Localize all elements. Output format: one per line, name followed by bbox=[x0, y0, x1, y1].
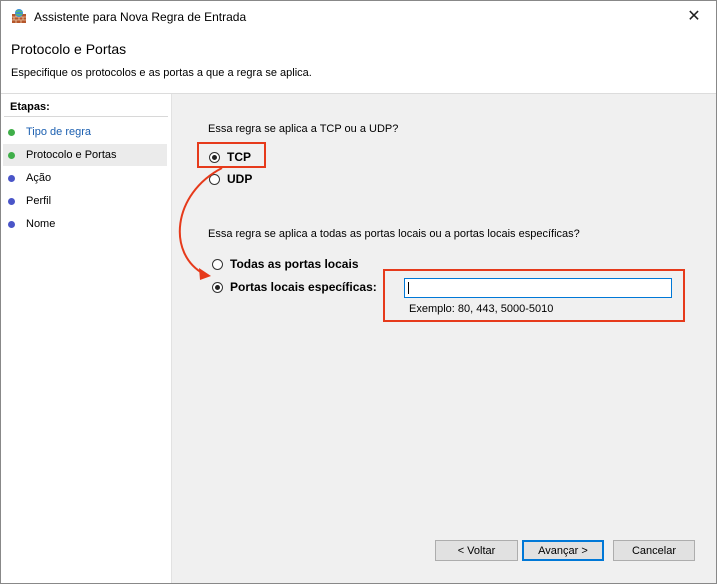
step-done-icon bbox=[8, 128, 15, 136]
steps-divider bbox=[4, 116, 168, 117]
step-tipo-de-regra[interactable]: Tipo de regra bbox=[3, 121, 167, 143]
text-caret bbox=[408, 282, 409, 294]
step-label: Protocolo e Portas bbox=[26, 149, 117, 161]
step-pending-icon bbox=[8, 174, 15, 182]
step-pending-icon bbox=[8, 197, 15, 205]
annotation-arrow bbox=[178, 167, 223, 280]
step-label: Nome bbox=[26, 218, 56, 230]
wizard-window: Assistente para Nova Regra de Entrada ✕ … bbox=[0, 0, 717, 584]
firewall-icon bbox=[12, 9, 26, 23]
step-label: Tipo de regra bbox=[26, 126, 92, 138]
ports-example: Exemplo: 80, 443, 5000-5010 bbox=[409, 303, 554, 315]
step-nome: Nome bbox=[3, 213, 167, 235]
close-button[interactable]: ✕ bbox=[672, 1, 716, 31]
steps-heading: Etapas: bbox=[10, 101, 50, 113]
step-perfil: Perfil bbox=[3, 190, 167, 212]
step-label: Perfil bbox=[26, 195, 52, 207]
arrow-head-icon bbox=[199, 268, 211, 280]
back-button[interactable]: < Voltar bbox=[435, 540, 518, 561]
window-title: Assistente para Nova Regra de Entrada bbox=[34, 10, 247, 24]
cancel-button[interactable]: Cancelar bbox=[613, 540, 695, 561]
page-subtitle: Especifique os protocolos e as portas a … bbox=[11, 67, 312, 79]
step-current-icon bbox=[8, 151, 15, 159]
next-button[interactable]: Avançar > bbox=[522, 540, 604, 561]
ports-input[interactable] bbox=[404, 278, 672, 298]
step-acao: Ação bbox=[3, 167, 167, 189]
steps-sidebar: Etapas: Tipo de regra Protocolo e Portas… bbox=[1, 94, 172, 583]
page-header: Protocolo e Portas Especifique os protoc… bbox=[1, 31, 716, 94]
step-protocolo-e-portas[interactable]: Protocolo e Portas bbox=[3, 144, 167, 166]
page-title: Protocolo e Portas bbox=[11, 41, 127, 57]
step-label: Ação bbox=[26, 172, 52, 184]
step-pending-icon bbox=[8, 220, 15, 228]
main-panel: Essa regra se aplica a TCP ou a UDP? TCP… bbox=[172, 94, 716, 583]
close-icon: ✕ bbox=[687, 8, 701, 25]
title-bar: Assistente para Nova Regra de Entrada ✕ bbox=[1, 1, 716, 31]
